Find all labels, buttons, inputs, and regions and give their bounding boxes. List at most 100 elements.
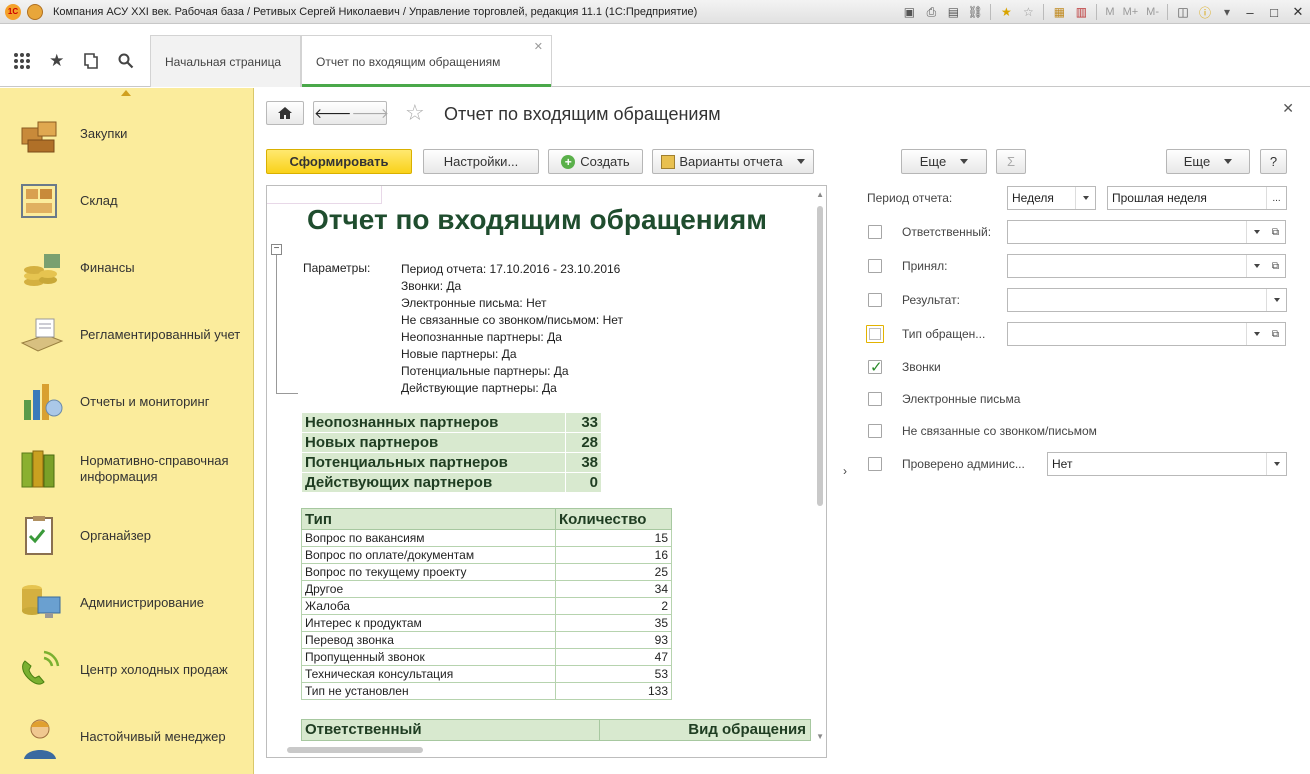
close-tab-icon[interactable]: ✕ <box>534 40 543 53</box>
apps-grid-icon[interactable] <box>12 50 33 72</box>
memory-minus-button[interactable]: M- <box>1146 6 1159 18</box>
panels-icon[interactable]: ◫ <box>1175 4 1191 20</box>
save-icon[interactable]: ▣ <box>901 4 917 20</box>
sidebar-item-cold-sales[interactable]: Центр холодных продаж <box>0 640 254 700</box>
calls-checkbox[interactable] <box>868 358 883 376</box>
chevron-down-icon[interactable] <box>1266 289 1286 311</box>
open-icon[interactable]: ⧉ <box>1266 254 1286 278</box>
responsible-checkbox[interactable] <box>868 225 882 239</box>
select-period-icon[interactable]: ... <box>1266 187 1286 209</box>
calendar-icon[interactable]: ▥ <box>1073 4 1089 20</box>
accepted-checkbox[interactable] <box>868 259 882 273</box>
filter-row-result: Результат: <box>855 287 1295 313</box>
search-icon[interactable] <box>116 50 137 72</box>
sum-button[interactable]: Σ <box>996 149 1026 174</box>
period-value-field[interactable]: Прошлая неделя ... <box>1107 186 1287 210</box>
params-list: Период отчета: 17.10.2016 - 23.10.2016 З… <box>401 261 623 397</box>
more-left-button[interactable]: Еще <box>901 149 987 174</box>
sidebar-item-admin[interactable]: Администрирование <box>0 573 254 633</box>
chevron-down-icon[interactable] <box>1246 255 1266 277</box>
partners-summary-table: Неопознанных партнеров 33 Новых партнеров… <box>301 412 602 493</box>
star-icon[interactable]: ★ <box>47 50 68 72</box>
scroll-down-arrow-icon[interactable]: ▼ <box>816 732 824 741</box>
add-favorite-icon[interactable]: ☆ <box>1020 4 1036 20</box>
more-right-button[interactable]: Еще <box>1166 149 1250 174</box>
more-right-label: Еще <box>1183 154 1211 169</box>
memory-plus-button[interactable]: M+ <box>1123 6 1139 18</box>
scroll-up-icon[interactable] <box>121 90 131 96</box>
tab-report[interactable]: Отчет по входящим обращениям ✕ <box>301 35 552 87</box>
close-form-icon[interactable]: ✕ <box>1282 100 1294 117</box>
minimize-button[interactable]: – <box>1238 1 1262 23</box>
column-header-request-kind[interactable]: Вид обращения <box>600 720 810 740</box>
scroll-up-arrow-icon[interactable]: ▲ <box>816 190 824 199</box>
main-menu-icon[interactable] <box>27 3 43 20</box>
accepted-field[interactable]: ⧉ <box>1007 254 1286 278</box>
report-document[interactable]: − Отчет по входящим обращениям Параметры… <box>266 185 827 758</box>
unrelated-checkbox[interactable] <box>868 424 882 438</box>
help-button[interactable]: ? <box>1260 149 1287 174</box>
sidebar-item-finance[interactable]: Финансы <box>0 238 254 298</box>
report-variants-button[interactable]: Варианты отчета <box>652 149 814 174</box>
print-icon[interactable]: ⎙ <box>923 4 939 20</box>
more-left-label: Еще <box>919 154 947 169</box>
generate-button[interactable]: Сформировать <box>266 149 412 174</box>
chevron-down-icon[interactable] <box>1266 453 1286 475</box>
favorite-star-icon[interactable]: ☆ <box>405 100 425 126</box>
result-field[interactable] <box>1007 288 1287 312</box>
table-row: Пропущенный звонок 47 <box>301 648 672 666</box>
filter-row-emails: Электронные письма <box>855 386 1295 412</box>
sidebar-item-purchases[interactable]: Закупки <box>0 104 254 164</box>
chevron-down-icon[interactable] <box>1075 187 1095 209</box>
chevron-down-icon[interactable] <box>1246 323 1266 345</box>
sidebar-item-accounting[interactable]: Регламентированный учет <box>0 305 254 365</box>
create-button[interactable]: + Создать <box>548 149 643 174</box>
result-checkbox[interactable] <box>868 293 882 307</box>
preview-icon[interactable]: ▤ <box>945 4 961 20</box>
sidebar-item-organizer[interactable]: Органайзер <box>0 506 254 566</box>
open-icon[interactable]: ⧉ <box>1266 322 1286 346</box>
column-header-responsible[interactable]: Ответственный <box>302 720 600 740</box>
checked-admin-select[interactable]: Нет <box>1047 452 1287 476</box>
history-icon[interactable] <box>81 50 102 72</box>
settings-button[interactable]: Настройки... <box>423 149 539 174</box>
forward-arrow-icon[interactable]: 🡒 <box>352 105 390 122</box>
tab-report-label: Отчет по входящим обращениям <box>316 54 501 69</box>
info-icon[interactable]: ⓘ <box>1197 4 1213 20</box>
horizontal-scrollbar[interactable] <box>287 747 423 753</box>
emails-checkbox[interactable] <box>868 392 882 406</box>
table-row: Неопознанных партнеров 33 <box>301 412 602 433</box>
chevron-down-icon[interactable] <box>1246 221 1266 243</box>
checked-admin-checkbox[interactable] <box>868 457 882 471</box>
chevron-down-icon[interactable]: ▾ <box>1219 4 1235 20</box>
maximize-button[interactable]: □ <box>1262 1 1286 23</box>
responsible-field[interactable]: ⧉ <box>1007 220 1286 244</box>
form-title: Отчет по входящим обращениям <box>444 104 721 124</box>
memory-m-button[interactable]: M <box>1105 6 1114 18</box>
close-window-button[interactable]: ✕ <box>1286 1 1310 23</box>
link-icon[interactable]: ⛓ <box>967 4 983 20</box>
open-icon[interactable]: ⧉ <box>1266 220 1286 244</box>
request-type-checkbox[interactable] <box>866 325 884 343</box>
tab-home[interactable]: Начальная страница <box>150 35 301 87</box>
sidebar-item-reports[interactable]: Отчеты и мониторинг <box>0 372 254 432</box>
column-header-type[interactable]: Тип <box>301 508 556 530</box>
table-row: Перевод звонка 93 <box>301 631 672 649</box>
sidebar-item-reference[interactable]: Нормативно-справочная информация <box>0 439 254 499</box>
expand-panel-icon[interactable]: › <box>843 464 847 478</box>
request-type-field[interactable]: ⧉ <box>1007 322 1286 346</box>
sidebar-item-manager[interactable]: Настойчивый менеджер <box>0 707 254 767</box>
back-arrow-icon[interactable]: 🡐 <box>314 105 352 122</box>
sidebar-item-warehouse[interactable]: Склад <box>0 171 254 231</box>
column-header-count[interactable]: Количество <box>555 508 672 530</box>
vertical-scrollbar[interactable] <box>817 206 823 506</box>
home-button[interactable] <box>266 101 304 125</box>
organizer-icon <box>18 514 66 558</box>
calculator-icon[interactable]: ▦ <box>1051 4 1067 20</box>
collapse-group-icon[interactable]: − <box>271 244 282 255</box>
purchases-icon <box>18 112 66 156</box>
favorites-icon[interactable]: ★ <box>998 4 1014 20</box>
period-kind-select[interactable]: Неделя <box>1007 186 1096 210</box>
param-line: Новые партнеры: Да <box>401 347 517 361</box>
filter-row-checked-admin: Проверено админис... Нет <box>855 451 1295 477</box>
